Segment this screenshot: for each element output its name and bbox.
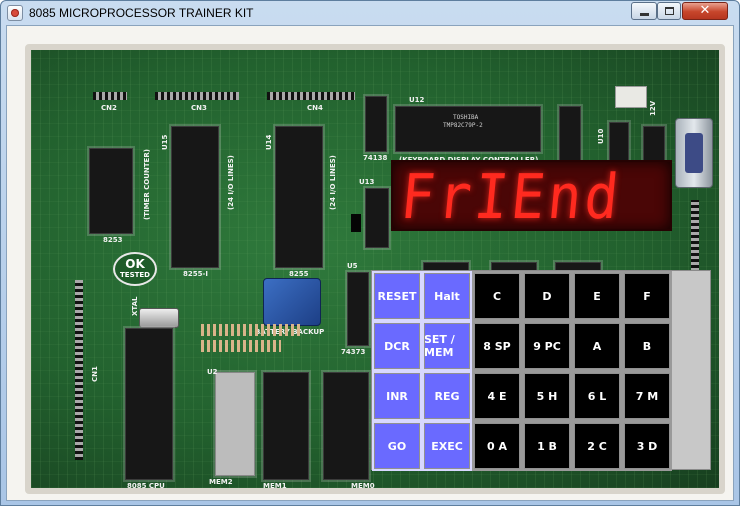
battery-backup — [263, 278, 321, 326]
black-marker — [351, 214, 361, 232]
u5-label: U5 — [347, 262, 358, 270]
maximize-button[interactable] — [657, 2, 681, 20]
key-d[interactable]: D — [522, 271, 572, 321]
resistor-array-2 — [201, 340, 281, 352]
cn3-label: CN3 — [191, 104, 207, 112]
resistor-array-1 — [201, 324, 301, 336]
key-9-pc[interactable]: 9 PC — [522, 321, 572, 371]
chip-74138-top — [365, 96, 387, 152]
chip-8085-cpu — [125, 328, 173, 480]
chip-mem1 — [263, 372, 309, 480]
io-lines-label-2: (24 I/O LINES) — [329, 155, 337, 210]
mem0-label: MEM0 — [351, 482, 375, 490]
u2-label: U2 — [207, 368, 218, 376]
key-8-sp[interactable]: 8 SP — [472, 321, 522, 371]
u14-label: U14 — [265, 134, 273, 150]
key-f[interactable]: F — [622, 271, 672, 321]
key-reg[interactable]: REG — [422, 371, 472, 421]
mem2-label: MEM2 — [209, 478, 233, 486]
cn1-label: CN1 — [91, 366, 99, 382]
v12-label: 12V — [649, 100, 657, 116]
toshiba-part-label: TMP82C79P-2 — [443, 122, 483, 129]
u12-label: U12 — [409, 96, 425, 104]
key-6-l[interactable]: 6 L — [572, 371, 622, 421]
key-dcr[interactable]: DCR — [372, 321, 422, 371]
app-window: 8085 MICROPROCESSOR TRAINER KIT ✕ CN2 CN… — [0, 0, 740, 506]
key-exec[interactable]: EXEC — [422, 421, 472, 471]
u15-label: U15 — [161, 134, 169, 150]
keypad: RESET Halt C D E F DCR SET / MEM 8 SP 9 PC A B INR RE… — [371, 270, 711, 471]
key-go[interactable]: GO — [372, 421, 422, 471]
chip-8255-label: 8255 — [289, 270, 309, 278]
java-app-icon — [7, 5, 23, 21]
client-area: CN2 CN3 CN4 74138 TOSHIBA TMP82C79P-2 (K… — [6, 25, 734, 501]
key-halt[interactable]: Halt — [422, 271, 472, 321]
ok-label: OK — [125, 257, 145, 271]
key-c[interactable]: C — [472, 271, 522, 321]
xtal-label: XTAL — [131, 296, 139, 316]
chip-74138-label: 74138 — [363, 154, 388, 162]
cn2-header — [93, 92, 127, 100]
crystal-oscillator — [139, 308, 179, 328]
key-7-m[interactable]: 7 M — [622, 371, 672, 421]
tested-label: TESTED — [120, 271, 150, 279]
key-reset[interactable]: RESET — [372, 271, 422, 321]
key-0-a[interactable]: 0 A — [472, 421, 522, 471]
chip-74373 — [347, 272, 369, 346]
u13-label: U13 — [359, 178, 375, 186]
key-b[interactable]: B — [622, 321, 672, 371]
mem1-label: MEM1 — [263, 482, 287, 490]
chip-8253 — [89, 148, 133, 234]
chip-8255-b — [275, 126, 323, 268]
u10-label: U10 — [597, 128, 605, 144]
maximize-icon — [665, 7, 674, 15]
io-lines-label-1: (24 I/O LINES) — [227, 155, 235, 210]
led-display-text: FrIEnd — [397, 161, 625, 234]
chip-mem2 — [215, 372, 255, 476]
ok-tested-sticker: OK TESTED — [113, 252, 157, 286]
cn4-header — [267, 92, 355, 100]
chip-74373-label: 74373 — [341, 348, 366, 356]
minimize-icon — [640, 13, 649, 16]
key-4-e[interactable]: 4 E — [472, 371, 522, 421]
key-a[interactable]: A — [572, 321, 622, 371]
key-1-b[interactable]: 1 B — [522, 421, 572, 471]
title-bar[interactable]: 8085 MICROPROCESSOR TRAINER KIT ✕ — [1, 1, 739, 25]
key-2-c[interactable]: 2 C — [572, 421, 622, 471]
led-display: FrIEnd — [391, 160, 672, 233]
key-set-mem[interactable]: SET / MEM — [422, 321, 472, 371]
power-connector — [615, 86, 647, 108]
minimize-button[interactable] — [631, 2, 657, 20]
chip-mem0 — [323, 372, 369, 480]
serial-port — [675, 118, 713, 188]
cn3-header — [155, 92, 239, 100]
close-button[interactable]: ✕ — [682, 2, 728, 20]
key-5-h[interactable]: 5 H — [522, 371, 572, 421]
chip-8253-label: 8253 — [103, 236, 123, 244]
key-3-d[interactable]: 3 D — [622, 421, 672, 471]
cn4-label: CN4 — [307, 104, 323, 112]
chip-8255-a — [171, 126, 219, 268]
window-title: 8085 MICROPROCESSOR TRAINER KIT — [29, 6, 254, 20]
key-inr[interactable]: INR — [372, 371, 422, 421]
key-e[interactable]: E — [572, 271, 622, 321]
chip-82591-label: 8255-I — [183, 270, 208, 278]
cn1-header — [75, 280, 83, 460]
chip-8279 — [395, 106, 541, 152]
close-icon: ✕ — [699, 3, 711, 18]
timer-label: (TIMER COUNTER) — [143, 149, 151, 220]
chip-u13 — [365, 188, 389, 248]
right-header — [691, 200, 699, 280]
cn2-label: CN2 — [101, 104, 117, 112]
toshiba-label: TOSHIBA — [453, 114, 479, 121]
cpu-label: 8085 CPU — [127, 482, 165, 490]
